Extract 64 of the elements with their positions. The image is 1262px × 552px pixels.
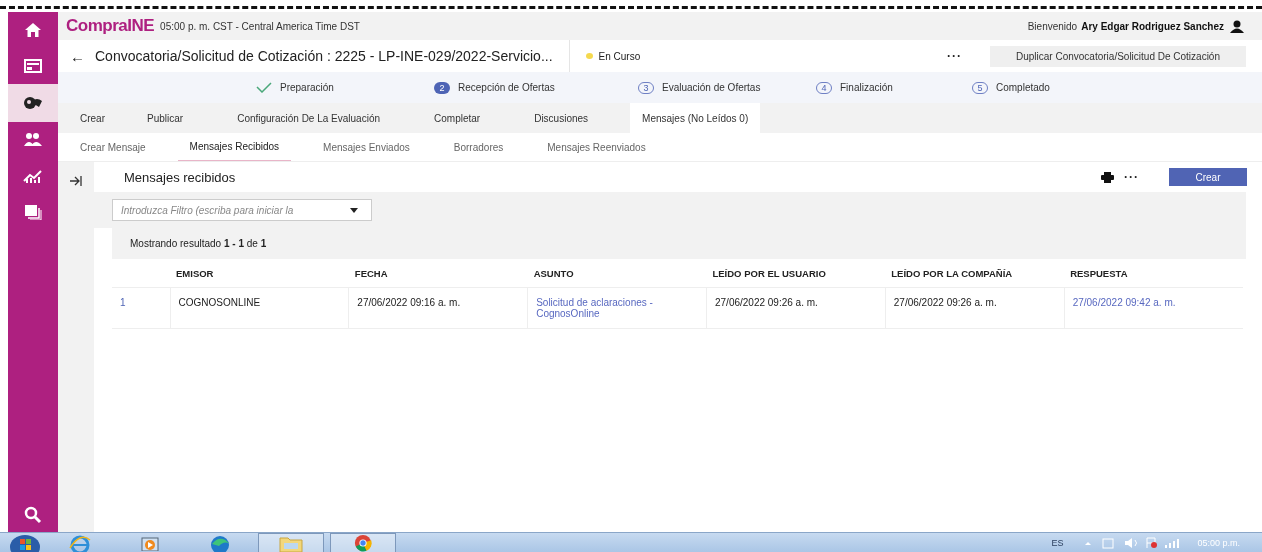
welcome-text: Bienvenido	[1027, 20, 1078, 32]
letter-e-icon	[68, 533, 92, 552]
search-icon[interactable]	[24, 506, 42, 524]
step-label: Preparación	[280, 82, 334, 93]
caret-icon	[350, 208, 358, 213]
check-icon	[256, 82, 272, 93]
panel-title: Mensajes recibidos	[124, 169, 236, 185]
subtab[interactable]: Borradores	[441, 133, 516, 161]
tab[interactable]: Mensajes (No Leídos 0)	[630, 103, 761, 133]
more-button[interactable]: ···	[947, 49, 962, 63]
table-cell: COGNOSONLINE	[170, 287, 349, 329]
message-link[interactable]: 27/06/2022 09:42 a. m.	[1072, 297, 1235, 308]
chart-icon	[23, 169, 43, 183]
create-button[interactable]: Crear	[1169, 168, 1247, 186]
more-button[interactable]: ···	[1124, 170, 1139, 184]
time-text: 05:00 p. m. CST - Central America Time DST	[160, 20, 360, 32]
duplicate-button[interactable]: Duplicar Convocatoria/Solicitud De Cotización	[990, 45, 1246, 67]
tab[interactable]: Discusiones	[522, 103, 601, 133]
tab[interactable]: Crear	[68, 103, 117, 133]
subtab[interactable]: Mensajes Reenviados	[535, 133, 658, 161]
results-text: Mostrando resultado 1 - 1 de 1	[130, 238, 267, 249]
step-label: Evaluación de Ofertas	[662, 82, 761, 93]
table-cell: 27/06/2022 09:26 a. m.	[885, 287, 1065, 329]
step-label: Completado	[996, 82, 1050, 93]
tab[interactable]: Completar	[422, 103, 493, 133]
column-header[interactable]: LEÍDO POR LA COMPAÑÍA	[891, 267, 1013, 279]
page-title: Convocatoria/Solicitud de Cotización : 2225 - LP-INE-029/2022-Servicio...	[95, 48, 553, 64]
filter-field[interactable]: Introduzca Filtro (escriba para iniciar la	[112, 199, 372, 221]
clock-text: 05:00 p.m.	[1197, 537, 1240, 548]
column-header[interactable]: EMISOR	[176, 267, 214, 279]
language-indicator[interactable]: ES	[1051, 537, 1064, 548]
table-cell: 1	[112, 287, 170, 329]
table-cell: 27/06/2022 09:26 a. m.	[706, 287, 886, 329]
play-icon	[141, 534, 159, 551]
column-header[interactable]: RESPUESTA	[1070, 267, 1128, 279]
column-header[interactable]: LEÍDO POR EL USUARIO	[712, 267, 826, 279]
layout-icon	[24, 59, 42, 73]
print-icon[interactable]	[1101, 171, 1114, 183]
subtab[interactable]: Crear Mensaje	[68, 133, 158, 161]
logo: CompraINE	[66, 16, 155, 36]
user-name: Ary Edgar Rodriguez Sanchez	[1081, 20, 1224, 32]
back-button[interactable]: ←	[70, 47, 85, 65]
chrome-icon	[353, 533, 373, 552]
subtab[interactable]: Mensajes Enviados	[311, 133, 422, 161]
column-header[interactable]: ASUNTO	[533, 267, 574, 279]
tab[interactable]: Configuración De La Evaluación	[225, 103, 393, 133]
table-cell: 27/06/2022 09:16 a. m.	[348, 287, 528, 329]
subtab[interactable]: Mensajes Recibidos	[177, 133, 292, 161]
taskbar-app[interactable]	[330, 532, 396, 552]
expand-icon[interactable]	[70, 176, 82, 186]
status-text: En Curso	[598, 50, 641, 62]
start-button[interactable]	[8, 532, 42, 552]
wave-icon	[209, 533, 231, 552]
step-number: 2	[434, 81, 450, 94]
tab[interactable]: Publicar	[135, 103, 196, 133]
sidebar-item[interactable]	[8, 84, 58, 122]
pages-icon	[24, 204, 42, 220]
people-icon	[23, 132, 43, 148]
step-label: Finalización	[840, 82, 893, 93]
user-icon[interactable]	[1230, 19, 1244, 33]
column-header[interactable]: FECHA	[354, 267, 388, 279]
message-link[interactable]: Solicitud de aclaraciones - CognosOnline	[536, 297, 698, 319]
step-label: Recepción de Ofertas	[458, 82, 555, 93]
home-icon	[24, 22, 42, 38]
